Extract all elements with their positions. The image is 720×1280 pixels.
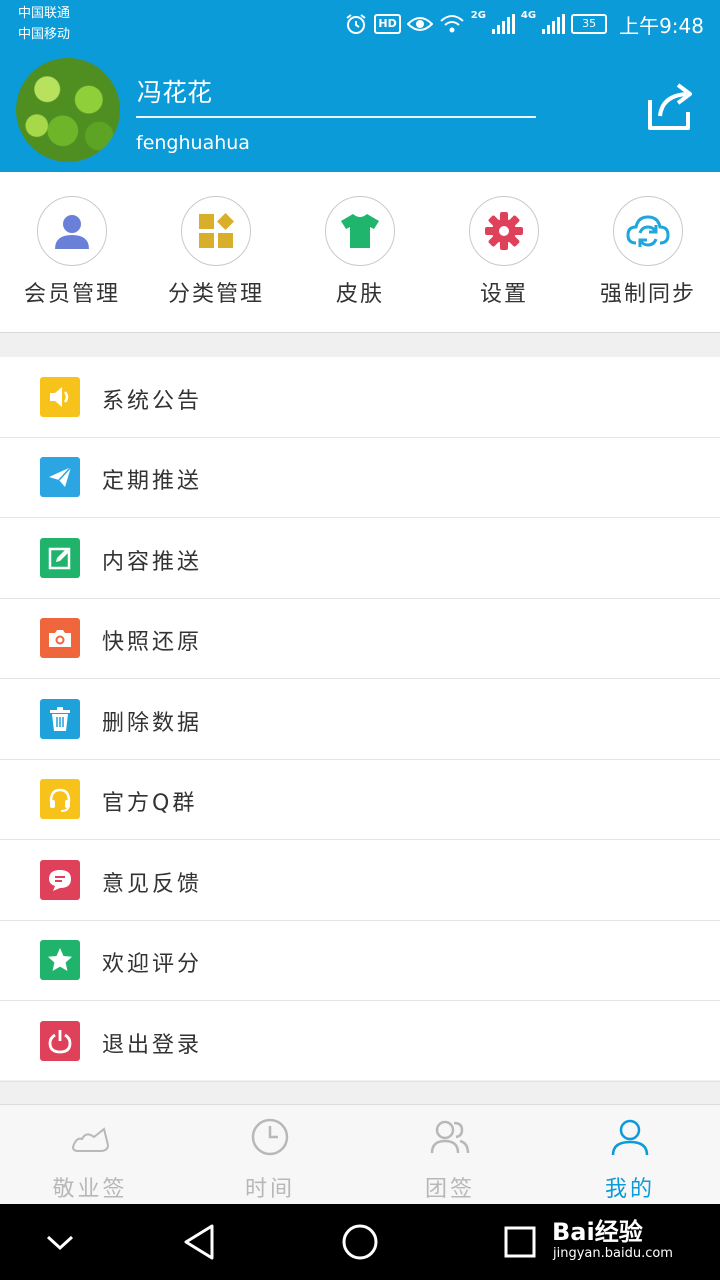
profile-header: 冯花花 fenghuahua (0, 48, 720, 172)
signal-icon-1 (491, 14, 515, 34)
menu-item-rate[interactable]: 欢迎评分 (0, 920, 720, 1001)
quick-action-member[interactable]: 会员管理 (0, 196, 144, 308)
sync-circle (613, 196, 683, 266)
speaker-icon (40, 377, 80, 417)
category-circle (181, 196, 251, 266)
menu-item-label: 定期推送 (102, 469, 203, 494)
signal-icon-2 (542, 14, 566, 34)
profile-username: fenghuahua (136, 132, 250, 154)
carrier-label-2: 中国移动 (18, 27, 71, 42)
tab-mine[interactable]: 我的 (540, 1105, 720, 1205)
menu-item-announcement[interactable]: 系统公告 (0, 357, 720, 438)
quick-action-settings[interactable]: 设置 (432, 196, 576, 308)
note-icon (71, 1127, 110, 1152)
menu-item-label: 删除数据 (102, 711, 203, 736)
cloud-sync-icon (626, 215, 670, 247)
menu-item-content-push[interactable]: 内容推送 (0, 518, 720, 599)
wifi-icon (440, 15, 464, 33)
group-icon (430, 1120, 470, 1154)
quick-actions: 会员管理 分类管理 皮肤 设置 强制同步 (0, 172, 720, 333)
star-icon (40, 940, 80, 980)
tab-label: 团签 (424, 1177, 475, 1202)
category-icon (199, 213, 234, 248)
skin-circle (325, 196, 395, 266)
share-icon[interactable] (646, 82, 696, 132)
tab-label: 敬业签 (52, 1177, 128, 1202)
network-4g-label: 4G (520, 10, 537, 21)
quick-action-category[interactable]: 分类管理 (144, 196, 288, 308)
watermark-brand: Bai经验 (552, 1218, 643, 1246)
user-icon (55, 215, 89, 249)
avatar[interactable] (16, 58, 120, 162)
watermark-url: jingyan.baidu.com (553, 1246, 673, 1261)
quick-action-label: 分类管理 (167, 282, 264, 307)
menu-item-label: 退出登录 (102, 1033, 203, 1058)
carrier-label-1: 中国联通 (18, 6, 71, 21)
quick-action-sync[interactable]: 强制同步 (576, 196, 720, 308)
headset-icon (40, 779, 80, 819)
back-icon[interactable] (180, 1222, 220, 1262)
name-underline (136, 116, 536, 118)
home-icon[interactable] (340, 1222, 380, 1262)
menu-item-logout[interactable]: 退出登录 (0, 1001, 720, 1082)
status-bar: 中国联通 中国移动 HD 2G 4G 35 上午9:48 (0, 0, 720, 48)
tab-label: 时间 (244, 1177, 295, 1202)
menu-item-label: 内容推送 (102, 550, 203, 575)
eye-icon (406, 17, 433, 31)
menu-item-label: 系统公告 (102, 389, 203, 414)
alarm-icon (346, 14, 366, 34)
quick-action-label: 设置 (479, 282, 528, 307)
quick-action-label: 强制同步 (599, 282, 696, 307)
recents-icon[interactable] (500, 1222, 540, 1262)
menu-item-snapshot-restore[interactable]: 快照还原 (0, 598, 720, 679)
battery-icon: 35 (571, 14, 608, 34)
edit-icon (40, 538, 80, 578)
menu-item-scheduled-push[interactable]: 定期推送 (0, 437, 720, 518)
menu-item-feedback[interactable]: 意见反馈 (0, 840, 720, 921)
gear-icon (485, 212, 523, 250)
tab-jingyeqian[interactable]: 敬业签 (0, 1105, 180, 1205)
status-time: 上午9:48 (619, 13, 704, 38)
member-circle (37, 196, 107, 266)
tshirt-icon (341, 214, 379, 248)
quick-action-label: 皮肤 (335, 282, 384, 307)
menu-item-label: 官方Q群 (102, 791, 198, 816)
quick-action-skin[interactable]: 皮肤 (288, 196, 432, 308)
chat-icon (40, 860, 80, 900)
tab-time[interactable]: 时间 (180, 1105, 360, 1205)
menu-item-label: 快照还原 (102, 630, 203, 655)
person-icon (611, 1119, 649, 1156)
menu-item-label: 意见反馈 (102, 872, 203, 897)
camera-icon (40, 618, 80, 658)
menu-item-delete-data[interactable]: 删除数据 (0, 679, 720, 760)
settings-circle (469, 196, 539, 266)
power-icon (40, 1021, 80, 1061)
quick-action-label: 会员管理 (23, 282, 120, 307)
bottom-tab-bar: 敬业签 时间 团签 我的 (0, 1104, 720, 1205)
trash-icon (40, 699, 80, 739)
menu-item-label: 欢迎评分 (102, 952, 203, 977)
network-2g-label: 2G (470, 10, 486, 21)
profile-name[interactable]: 冯花花 (137, 73, 212, 109)
menu-list: 系统公告 定期推送 内容推送 快照还原 删除数据 官方Q群 意见反馈 欢迎评分 … (0, 357, 720, 1082)
menu-item-qq-group[interactable]: 官方Q群 (0, 759, 720, 840)
hd-badge: HD (374, 14, 401, 34)
tab-group[interactable]: 团签 (360, 1105, 540, 1205)
chevron-down-icon[interactable] (40, 1222, 80, 1262)
clock-icon (251, 1118, 289, 1156)
paper-plane-icon (40, 457, 80, 497)
tab-label: 我的 (604, 1177, 655, 1202)
